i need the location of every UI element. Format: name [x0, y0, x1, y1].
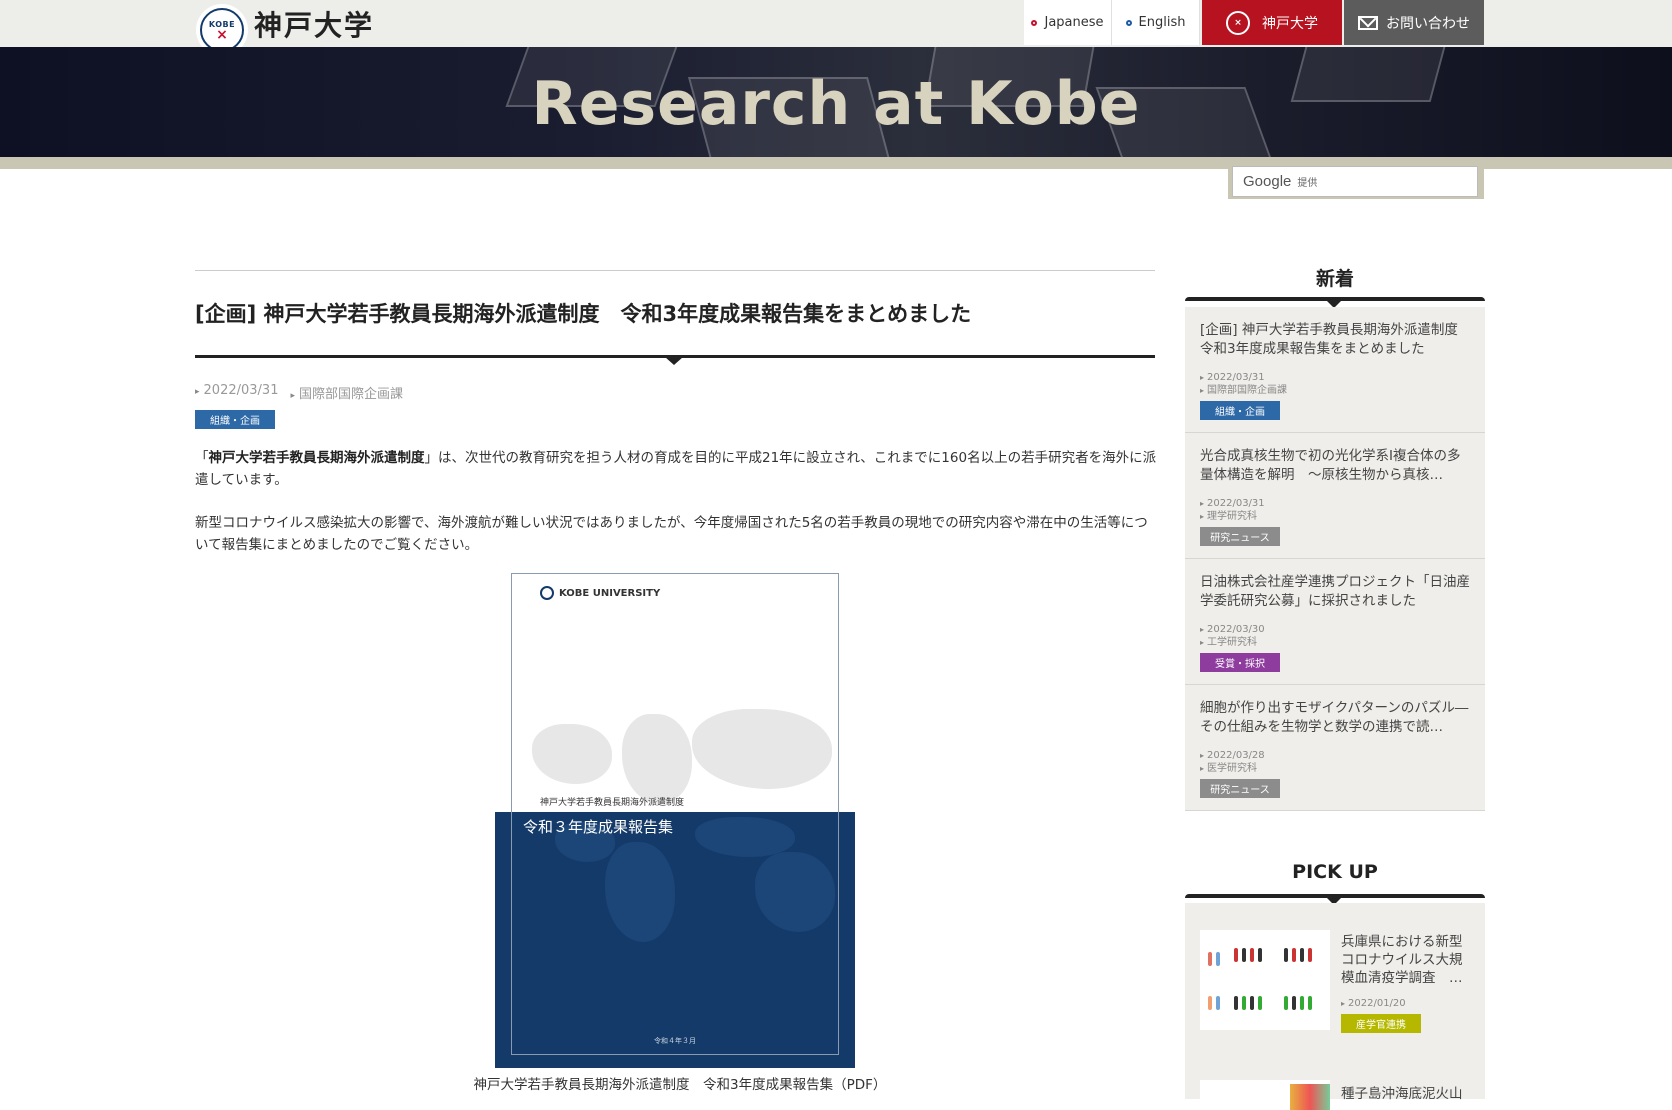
person-figure: [1208, 952, 1212, 966]
news-tag[interactable]: 組織・企画: [1200, 401, 1280, 420]
news-title[interactable]: 日油株式会社産学連携プロジェクト「日油産学委託研究公募」に採択されました: [1200, 573, 1470, 611]
news-item[interactable]: [企画] 神戸大学若手教員長期海外派遣制度 令和3年度成果報告集をまとめました …: [1185, 307, 1485, 433]
person-figure: [1216, 952, 1220, 966]
news-list: [企画] 神戸大学若手教員長期海外派遣制度 令和3年度成果報告集をまとめました …: [1185, 307, 1485, 811]
news-date: 2022/03/30: [1200, 623, 1470, 636]
kobe-emblem-icon: ×: [1226, 10, 1250, 35]
pickup-date: 2022/01/20: [1341, 998, 1406, 1009]
cover-title: 令和３年度成果報告集: [523, 818, 674, 836]
pickup-item[interactable]: 兵庫県における新型コロナウイルス大規模血清疫学調査 … 2022/01/20 産…: [1200, 930, 1471, 1033]
person-figure: [1242, 996, 1246, 1010]
news-department: 理学研究科: [1200, 510, 1470, 523]
person-figure: [1300, 996, 1304, 1010]
cover-logo-text: KOBE UNIVERSITY: [559, 587, 661, 599]
search-input[interactable]: Google 提供: [1232, 166, 1478, 197]
article-date: 2022/03/31: [195, 383, 279, 402]
person-figure: [1250, 948, 1254, 962]
nav-university-link[interactable]: × 神戸大学: [1202, 0, 1342, 45]
world-map-shape: [622, 714, 692, 804]
top-bar: KOBE × 神戸大学 Japanese English × 神戸大学 お問い合わ…: [0, 0, 1672, 56]
program-name: 神戸大学若手教員長期海外派遣制度: [208, 450, 425, 466]
provided-label: 提供: [1297, 178, 1318, 189]
article-meta: 2022/03/31 国際部国際企画課: [195, 383, 403, 402]
nav-contact-link[interactable]: お問い合わせ: [1344, 0, 1484, 45]
news-department: 国際部国際企画課: [1200, 384, 1470, 397]
world-map-shape: [692, 709, 832, 789]
cover-date: 令和４年３月: [654, 1037, 696, 1045]
person-figure: [1292, 948, 1296, 962]
article-title: [企画] 神戸大学若手教員長期海外派遣制度 令和3年度成果報告集をまとめました: [195, 302, 972, 326]
quote-open: 「: [195, 450, 209, 466]
title-underline: [195, 355, 1155, 365]
person-figure: [1258, 996, 1262, 1010]
pdf-link[interactable]: 神戸大学若手教員長期海外派遣制度 令和3年度成果報告集（PDF）: [380, 1073, 980, 1093]
article-paragraph-1: 「神戸大学若手教員長期海外派遣制度」は、次世代の教育研究を担う人材の育成を目的に…: [195, 447, 1157, 491]
news-item[interactable]: 細胞が作り出すモザイクパターンのパズル―その仕組みを生物学と数学の連携で読… 2…: [1185, 685, 1485, 811]
logo-text: 神戸大学: [254, 9, 375, 42]
pickup-title[interactable]: 種子島沖海底泥火山: [1341, 1082, 1463, 1102]
pickup-list: 兵庫県における新型コロナウイルス大規模血清疫学調査 … 2022/01/20 産…: [1185, 903, 1485, 1110]
person-figure: [1284, 996, 1288, 1010]
person-figure: [1242, 948, 1246, 962]
divider: [195, 270, 1155, 271]
cover-logo: KOBE UNIVERSITY: [540, 586, 660, 600]
news-tag[interactable]: 研究ニュース: [1200, 779, 1280, 798]
nav-english-label: English: [1138, 15, 1186, 30]
nav-university-label: 神戸大学: [1262, 15, 1318, 32]
person-figure: [1208, 996, 1212, 1010]
news-date: 2022/03/31: [1200, 497, 1470, 510]
site-search: Google 提供: [1228, 162, 1484, 199]
nav-contact-label: お問い合わせ: [1386, 15, 1470, 32]
pickup-title[interactable]: 兵庫県における新型コロナウイルス大規模血清疫学調査 …: [1341, 933, 1471, 987]
pickup-tag[interactable]: 産学官連携: [1341, 1014, 1421, 1033]
kobe-emblem-icon: [540, 586, 554, 600]
article-paragraph-2: 新型コロナウイルス感染拡大の影響で、海外渡航が難しい状況ではありましたが、今年度…: [195, 515, 1148, 553]
news-heading: 新着: [1315, 268, 1354, 290]
news-date: 2022/03/28: [1200, 749, 1470, 762]
article-department: 国際部国際企画課: [290, 383, 403, 402]
hero-banner: Research at Kobe: [0, 47, 1672, 157]
person-figure: [1216, 996, 1220, 1010]
person-figure: [1284, 948, 1288, 962]
nav-japanese-label: Japanese: [1044, 15, 1104, 30]
news-tag[interactable]: 研究ニュース: [1200, 527, 1280, 546]
person-figure: [1258, 948, 1262, 962]
header-nav: Japanese English × 神戸大学 お問い合わせ: [1024, 0, 1484, 45]
google-label: Google: [1243, 173, 1292, 190]
news-date: 2022/03/31: [1200, 371, 1470, 384]
news-title[interactable]: 光合成真核生物で初の光化学系I複合体の多量体構造を解明 ～原核生物から真核…: [1200, 447, 1470, 485]
news-item[interactable]: 光合成真核生物で初の光化学系I複合体の多量体構造を解明 ～原核生物から真核… 2…: [1185, 433, 1485, 559]
pickup-thumbnail[interactable]: [1200, 930, 1330, 1030]
person-figure: [1234, 996, 1238, 1010]
person-figure: [1292, 996, 1296, 1010]
person-figure: [1250, 996, 1254, 1010]
bullet-icon: [1125, 19, 1132, 26]
news-item[interactable]: 日油株式会社産学連携プロジェクト「日油産学委託研究公募」に採択されました 202…: [1185, 559, 1485, 685]
pickup-heading: PICK UP: [1292, 861, 1378, 883]
person-figure: [1308, 996, 1312, 1010]
bullet-icon: [1031, 19, 1038, 26]
news-title[interactable]: [企画] 神戸大学若手教員長期海外派遣制度 令和3年度成果報告集をまとめました: [1200, 321, 1470, 359]
nav-english-link[interactable]: English: [1112, 0, 1200, 45]
banner-title: Research at Kobe: [531, 69, 1141, 139]
news-title[interactable]: 細胞が作り出すモザイクパターンのパズル―その仕組みを生物学と数学の連携で読…: [1200, 699, 1470, 737]
person-figure: [1234, 948, 1238, 962]
news-department: 医学研究科: [1200, 762, 1470, 775]
map-thumbnail-shape: [1290, 1084, 1330, 1110]
news-department: 工学研究科: [1200, 636, 1470, 649]
cover-frame: [511, 812, 839, 1055]
cover-top: KOBE UNIVERSITY 神戸大学若手教員長期海外派遣制度: [511, 573, 839, 813]
mail-icon: [1358, 15, 1378, 30]
cover-subtitle: 神戸大学若手教員長期海外派遣制度: [540, 798, 685, 808]
category-tag[interactable]: 組織・企画: [195, 410, 275, 429]
person-figure: [1308, 948, 1312, 962]
person-figure: [1300, 948, 1304, 962]
world-map-shape: [532, 724, 612, 784]
site-logo[interactable]: KOBE × 神戸大学: [196, 4, 375, 56]
pickup-thumbnail[interactable]: [1200, 1080, 1330, 1110]
nav-japanese-link[interactable]: Japanese: [1024, 0, 1112, 45]
news-tag[interactable]: 受賞・採択: [1200, 653, 1280, 672]
report-cover-image[interactable]: KOBE UNIVERSITY 神戸大学若手教員長期海外派遣制度 令和３年度成果…: [495, 573, 855, 1068]
